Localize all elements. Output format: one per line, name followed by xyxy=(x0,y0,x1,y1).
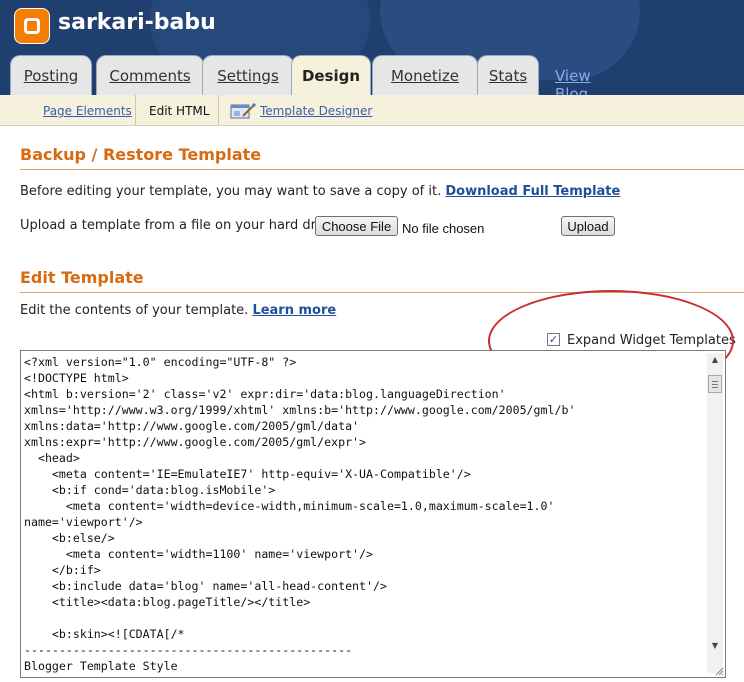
scroll-up-arrow-icon[interactable]: ▲ xyxy=(707,353,723,367)
template-code-editor[interactable]: <?xml version="1.0" encoding="UTF-8" ?> … xyxy=(20,350,726,678)
subnav-divider xyxy=(135,95,136,125)
tab-comments[interactable]: Comments xyxy=(96,55,204,95)
view-blog-link[interactable]: View Blog xyxy=(555,67,591,95)
design-subnav: Page Elements Edit HTML Template Designe… xyxy=(0,95,744,126)
tab-monetize[interactable]: Monetize xyxy=(372,55,478,95)
tab-stats[interactable]: Stats xyxy=(477,55,539,95)
learn-more-link[interactable]: Learn more xyxy=(252,303,336,318)
download-full-template-link[interactable]: Download Full Template xyxy=(445,184,620,199)
edit-intro-text: Edit the contents of your template. xyxy=(20,303,249,318)
backup-restore-heading: Backup / Restore Template xyxy=(20,145,262,164)
scroll-thumb[interactable] xyxy=(708,375,722,393)
template-designer-icon[interactable] xyxy=(230,103,256,119)
backup-before-text: Before editing your template, you may wa… xyxy=(20,184,442,199)
upload-instructions: Upload a template from a file on your ha… xyxy=(20,218,340,233)
choose-file-button[interactable]: Choose File xyxy=(315,216,398,236)
tab-design[interactable]: Design xyxy=(291,55,371,95)
scroll-down-arrow-icon[interactable]: ▼ xyxy=(707,639,723,653)
editor-scrollbar[interactable]: ▲ ▼ xyxy=(707,353,723,673)
no-file-chosen-label: No file chosen xyxy=(402,221,485,236)
blogger-header: sarkari-babu Posting Comments Settings D… xyxy=(0,0,744,95)
backup-instructions: Before editing your template, you may wa… xyxy=(20,184,620,199)
subnav-divider xyxy=(218,95,219,125)
subnav-page-elements[interactable]: Page Elements xyxy=(43,104,132,118)
tab-posting[interactable]: Posting xyxy=(10,55,92,95)
resize-grip-icon[interactable] xyxy=(714,666,724,676)
template-code[interactable]: <?xml version="1.0" encoding="UTF-8" ?> … xyxy=(24,354,575,677)
subnav-template-designer[interactable]: Template Designer xyxy=(260,104,372,118)
edit-instructions: Edit the contents of your template. Lear… xyxy=(20,303,336,318)
tab-settings[interactable]: Settings xyxy=(202,55,294,95)
blogger-logo-icon[interactable] xyxy=(14,8,50,44)
upload-button[interactable]: Upload xyxy=(561,216,615,236)
blog-title[interactable]: sarkari-babu xyxy=(58,10,216,35)
subnav-edit-html: Edit HTML xyxy=(149,104,210,118)
section-divider xyxy=(20,169,744,170)
edit-template-heading: Edit Template xyxy=(20,268,144,287)
